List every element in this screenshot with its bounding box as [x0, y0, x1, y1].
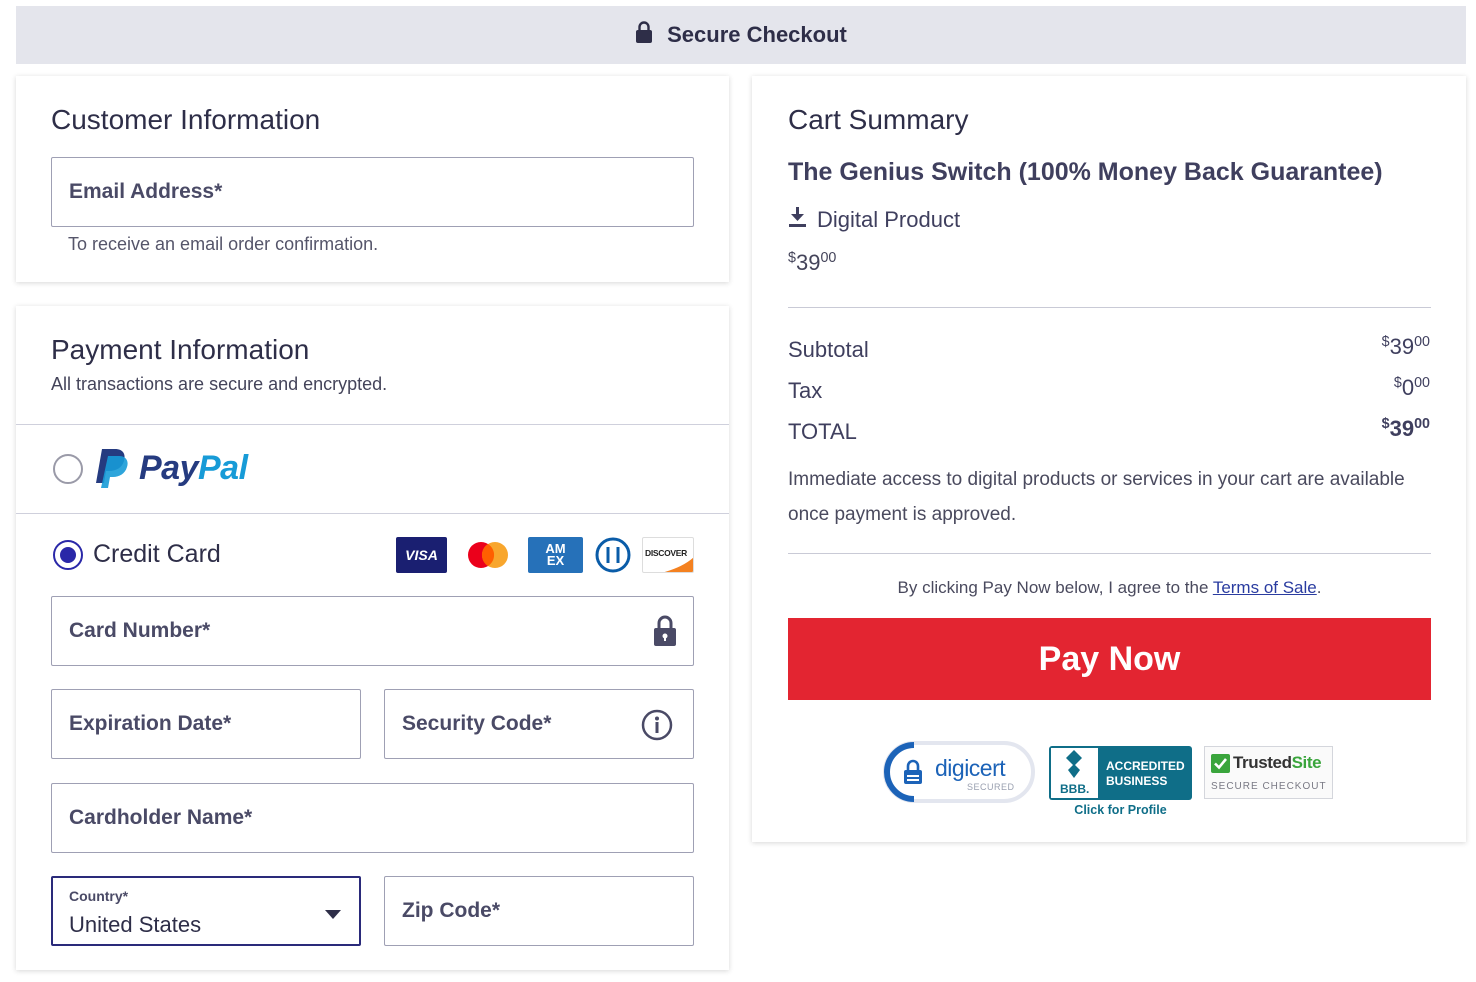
mastercard-logo [462, 537, 514, 573]
email-placeholder: Email Address* [69, 180, 223, 203]
country-select[interactable]: Country* United States [51, 876, 361, 946]
total-value: $3900 [1381, 416, 1430, 441]
card-number-placeholder: Card Number* [69, 619, 211, 642]
divider [788, 553, 1431, 554]
paypal-text-pay: Pay [139, 448, 199, 487]
card-number-field[interactable]: Card Number* [51, 596, 694, 666]
zip-code-field[interactable]: Zip Code* [384, 876, 694, 946]
product-price: $3900 [788, 250, 837, 275]
trustedsite-name: TrustedSite [1233, 753, 1322, 772]
visa-logo: VISA [396, 537, 447, 573]
divider [788, 307, 1431, 308]
tax-value: $000 [1393, 375, 1430, 400]
terms-of-sale-link[interactable]: Terms of Sale [1213, 578, 1317, 597]
credit-card-label: Credit Card [93, 540, 221, 568]
security-code-placeholder: Security Code* [402, 712, 552, 735]
product-type: Digital Product [788, 206, 960, 234]
digicert-badge[interactable]: digicert SECURED [883, 741, 1035, 803]
expiration-date-field[interactable]: Expiration Date* [51, 689, 361, 759]
divider [16, 513, 729, 514]
product-type-label: Digital Product [817, 207, 961, 232]
country-value: United States [69, 912, 202, 937]
email-helper-text: To receive an email order confirmation. [68, 234, 379, 254]
customer-information-title: Customer Information [51, 104, 321, 135]
access-note: Immediate access to digital products or … [788, 469, 1405, 525]
paypal-icon [96, 449, 128, 488]
payment-information-card: Payment Information All transactions are… [16, 306, 729, 970]
bbb-profile-link[interactable]: Click for Profile [1049, 803, 1192, 817]
country-label: Country* [69, 888, 129, 904]
bbb-logo: BBB. [1051, 748, 1098, 798]
subtotal-value: $3900 [1381, 334, 1430, 359]
product-name: The Genius Switch (100% Money Back Guara… [788, 158, 1383, 186]
cardholder-name-field[interactable]: Cardholder Name* [51, 783, 694, 853]
bbb-line2: BUSINESS [1106, 774, 1168, 788]
trustedsite-badge[interactable]: TrustedSite SECURE CHECKOUT [1204, 746, 1333, 799]
credit-card-radio[interactable] [53, 540, 83, 570]
paypal-text-pal: Pal [198, 448, 248, 487]
bbb-badge[interactable]: BBB. ACCREDITED BUSINESS [1049, 746, 1192, 800]
customer-information-card: Customer Information Email Address* To r… [16, 76, 729, 282]
lock-icon [653, 615, 677, 653]
download-icon [788, 206, 807, 234]
secure-checkout-header: Secure Checkout [16, 6, 1466, 64]
bbb-line1: ACCREDITED [1106, 759, 1185, 773]
cardholder-placeholder: Cardholder Name* [69, 806, 253, 829]
trustedsite-sub: SECURE CHECKOUT [1211, 781, 1327, 792]
lock-icon [903, 759, 923, 790]
cart-summary-card: Cart Summary The Genius Switch (100% Mon… [752, 76, 1466, 842]
payment-subtitle: All transactions are secure and encrypte… [51, 374, 388, 394]
discover-logo: DISCOVER [642, 537, 694, 573]
header-title: Secure Checkout [667, 22, 847, 47]
payment-information-title: Payment Information [51, 334, 310, 365]
pay-now-button[interactable]: Pay Now [788, 618, 1431, 700]
divider [16, 424, 729, 425]
email-field[interactable]: Email Address* [51, 157, 694, 227]
zip-placeholder: Zip Code* [402, 899, 500, 922]
chevron-down-icon [325, 907, 341, 925]
paypal-logo[interactable]: PayPal [93, 447, 248, 489]
expiration-placeholder: Expiration Date* [69, 712, 232, 735]
paypal-radio[interactable] [53, 454, 83, 484]
digicert-sub: SECURED [967, 782, 1015, 792]
digicert-name: digicert [935, 755, 1006, 781]
amex-logo: AM EX [528, 537, 583, 573]
total-label: TOTAL [788, 419, 857, 444]
cart-summary-title: Cart Summary [788, 104, 969, 135]
diners-club-logo [595, 537, 631, 573]
checkmark-icon [1211, 754, 1230, 778]
subtotal-label: Subtotal [788, 337, 869, 362]
terms-agreement: By clicking Pay Now below, I agree to th… [897, 578, 1322, 597]
security-code-field[interactable]: Security Code* [384, 689, 694, 759]
info-icon[interactable] [641, 709, 673, 747]
tax-label: Tax [788, 378, 823, 403]
lock-icon [635, 21, 653, 49]
